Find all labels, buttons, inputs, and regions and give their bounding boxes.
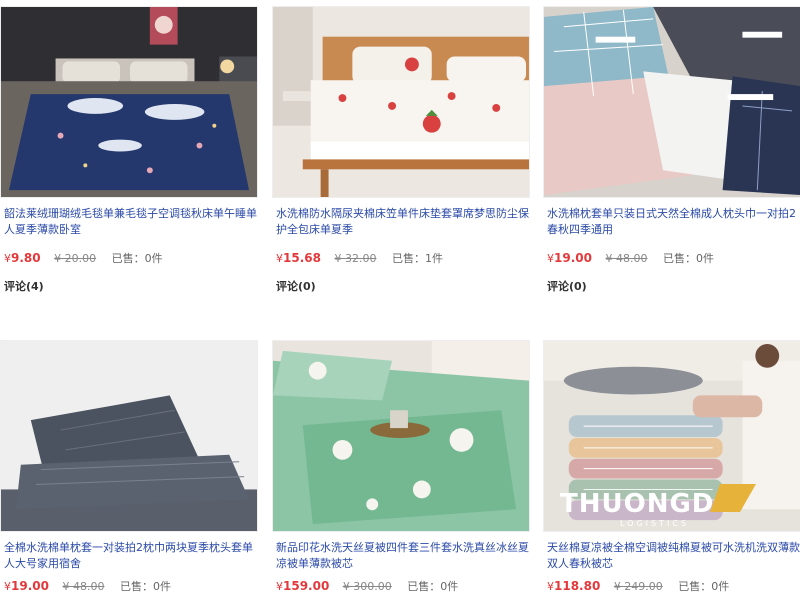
original-price: ¥ 20.00 bbox=[54, 252, 97, 265]
price-row: ¥19.00 ¥ 48.00 已售：0件 bbox=[4, 578, 258, 596]
strawberry-mattress-protector-image bbox=[273, 7, 529, 197]
review-count[interactable]: 评论(4) bbox=[4, 278, 44, 294]
product-grid: 韶法莱绒珊瑚绒毛毯单兼毛毯子空调毯秋床单午睡单人夏季薄款卧室 ¥9.80 ¥ 2… bbox=[0, 0, 800, 600]
sold-count: 已售：0件 bbox=[119, 580, 171, 593]
product-image[interactable] bbox=[543, 6, 800, 198]
product-title[interactable]: 水洗棉枕套单只装日式天然全棉成人枕头巾一对拍2春秋四季通用 bbox=[547, 206, 800, 240]
watermark-brand: THUONGDO bbox=[560, 489, 738, 519]
original-price: ¥ 300.00 bbox=[342, 580, 392, 593]
product-title[interactable]: 韶法莱绒珊瑚绒毛毯单兼毛毯子空调毯秋床单午睡单人夏季薄款卧室 bbox=[4, 206, 258, 240]
sold-count: 已售：0件 bbox=[111, 252, 163, 265]
review-count[interactable]: 评论(0) bbox=[276, 278, 316, 294]
product-image[interactable] bbox=[272, 6, 530, 198]
sold-count: 已售：1件 bbox=[391, 252, 443, 265]
currency-symbol: ¥ bbox=[547, 252, 554, 265]
green-floral-bedding-image bbox=[273, 341, 529, 531]
original-price: ¥ 48.00 bbox=[605, 252, 648, 265]
price-row: ¥118.80 ¥ 249.00 已售：0件 bbox=[547, 578, 800, 596]
price-row: ¥9.80 ¥ 20.00 已售：0件 bbox=[4, 250, 258, 268]
product-image[interactable] bbox=[272, 340, 530, 532]
product-title[interactable]: 全棉水洗棉单枕套一对装拍2枕巾两块夏季枕头套单人大号家用宿舍 bbox=[4, 540, 258, 574]
grey-pillowcases-image bbox=[1, 341, 257, 531]
sold-count: 已售：0件 bbox=[407, 580, 459, 593]
original-price: ¥ 249.00 bbox=[613, 580, 663, 593]
plaid-pillowcases-image bbox=[544, 7, 800, 197]
currency-symbol: ¥ bbox=[547, 580, 554, 593]
product-image[interactable] bbox=[0, 6, 258, 198]
price-row: ¥15.68 ¥ 32.00 已售：1件 bbox=[276, 250, 530, 268]
watermark-tagline: LOGISTICS bbox=[620, 519, 689, 528]
product-title[interactable]: 天丝棉夏凉被全棉空调被纯棉夏被可水洗机洗双薄款双人春秋被芯 bbox=[547, 540, 800, 574]
product-price: 159.00 bbox=[283, 579, 330, 593]
thuongdo-watermark-logo: THUONGDO LOGISTICS bbox=[560, 484, 756, 528]
price-row: ¥159.00 ¥ 300.00 已售：0件 bbox=[276, 578, 530, 596]
product-title[interactable]: 新品印花水洗天丝夏被四件套三件套水洗真丝冰丝夏凉被单薄款被芯 bbox=[276, 540, 530, 574]
product-image[interactable] bbox=[0, 340, 258, 532]
navy-blanket-bed-image bbox=[1, 7, 257, 197]
sold-count: 已售：0件 bbox=[662, 252, 714, 265]
price-row: ¥19.00 ¥ 48.00 已售：0件 bbox=[547, 250, 800, 268]
original-price: ¥ 48.00 bbox=[62, 580, 105, 593]
currency-symbol: ¥ bbox=[276, 252, 283, 265]
original-price: ¥ 32.00 bbox=[334, 252, 377, 265]
product-title[interactable]: 水洗棉防水隔尿夹棉床笠单件床垫套罩席梦思防尘保护全包床单夏季 bbox=[276, 206, 530, 240]
review-count[interactable]: 评论(0) bbox=[547, 278, 587, 294]
product-price: 9.80 bbox=[11, 251, 41, 265]
product-price: 118.80 bbox=[554, 579, 601, 593]
currency-symbol: ¥ bbox=[276, 580, 283, 593]
currency-symbol: ¥ bbox=[4, 580, 11, 593]
product-price: 19.00 bbox=[11, 579, 49, 593]
currency-symbol: ¥ bbox=[4, 252, 11, 265]
product-price: 19.00 bbox=[554, 251, 592, 265]
sold-count: 已售：0件 bbox=[678, 580, 730, 593]
product-price: 15.68 bbox=[283, 251, 321, 265]
